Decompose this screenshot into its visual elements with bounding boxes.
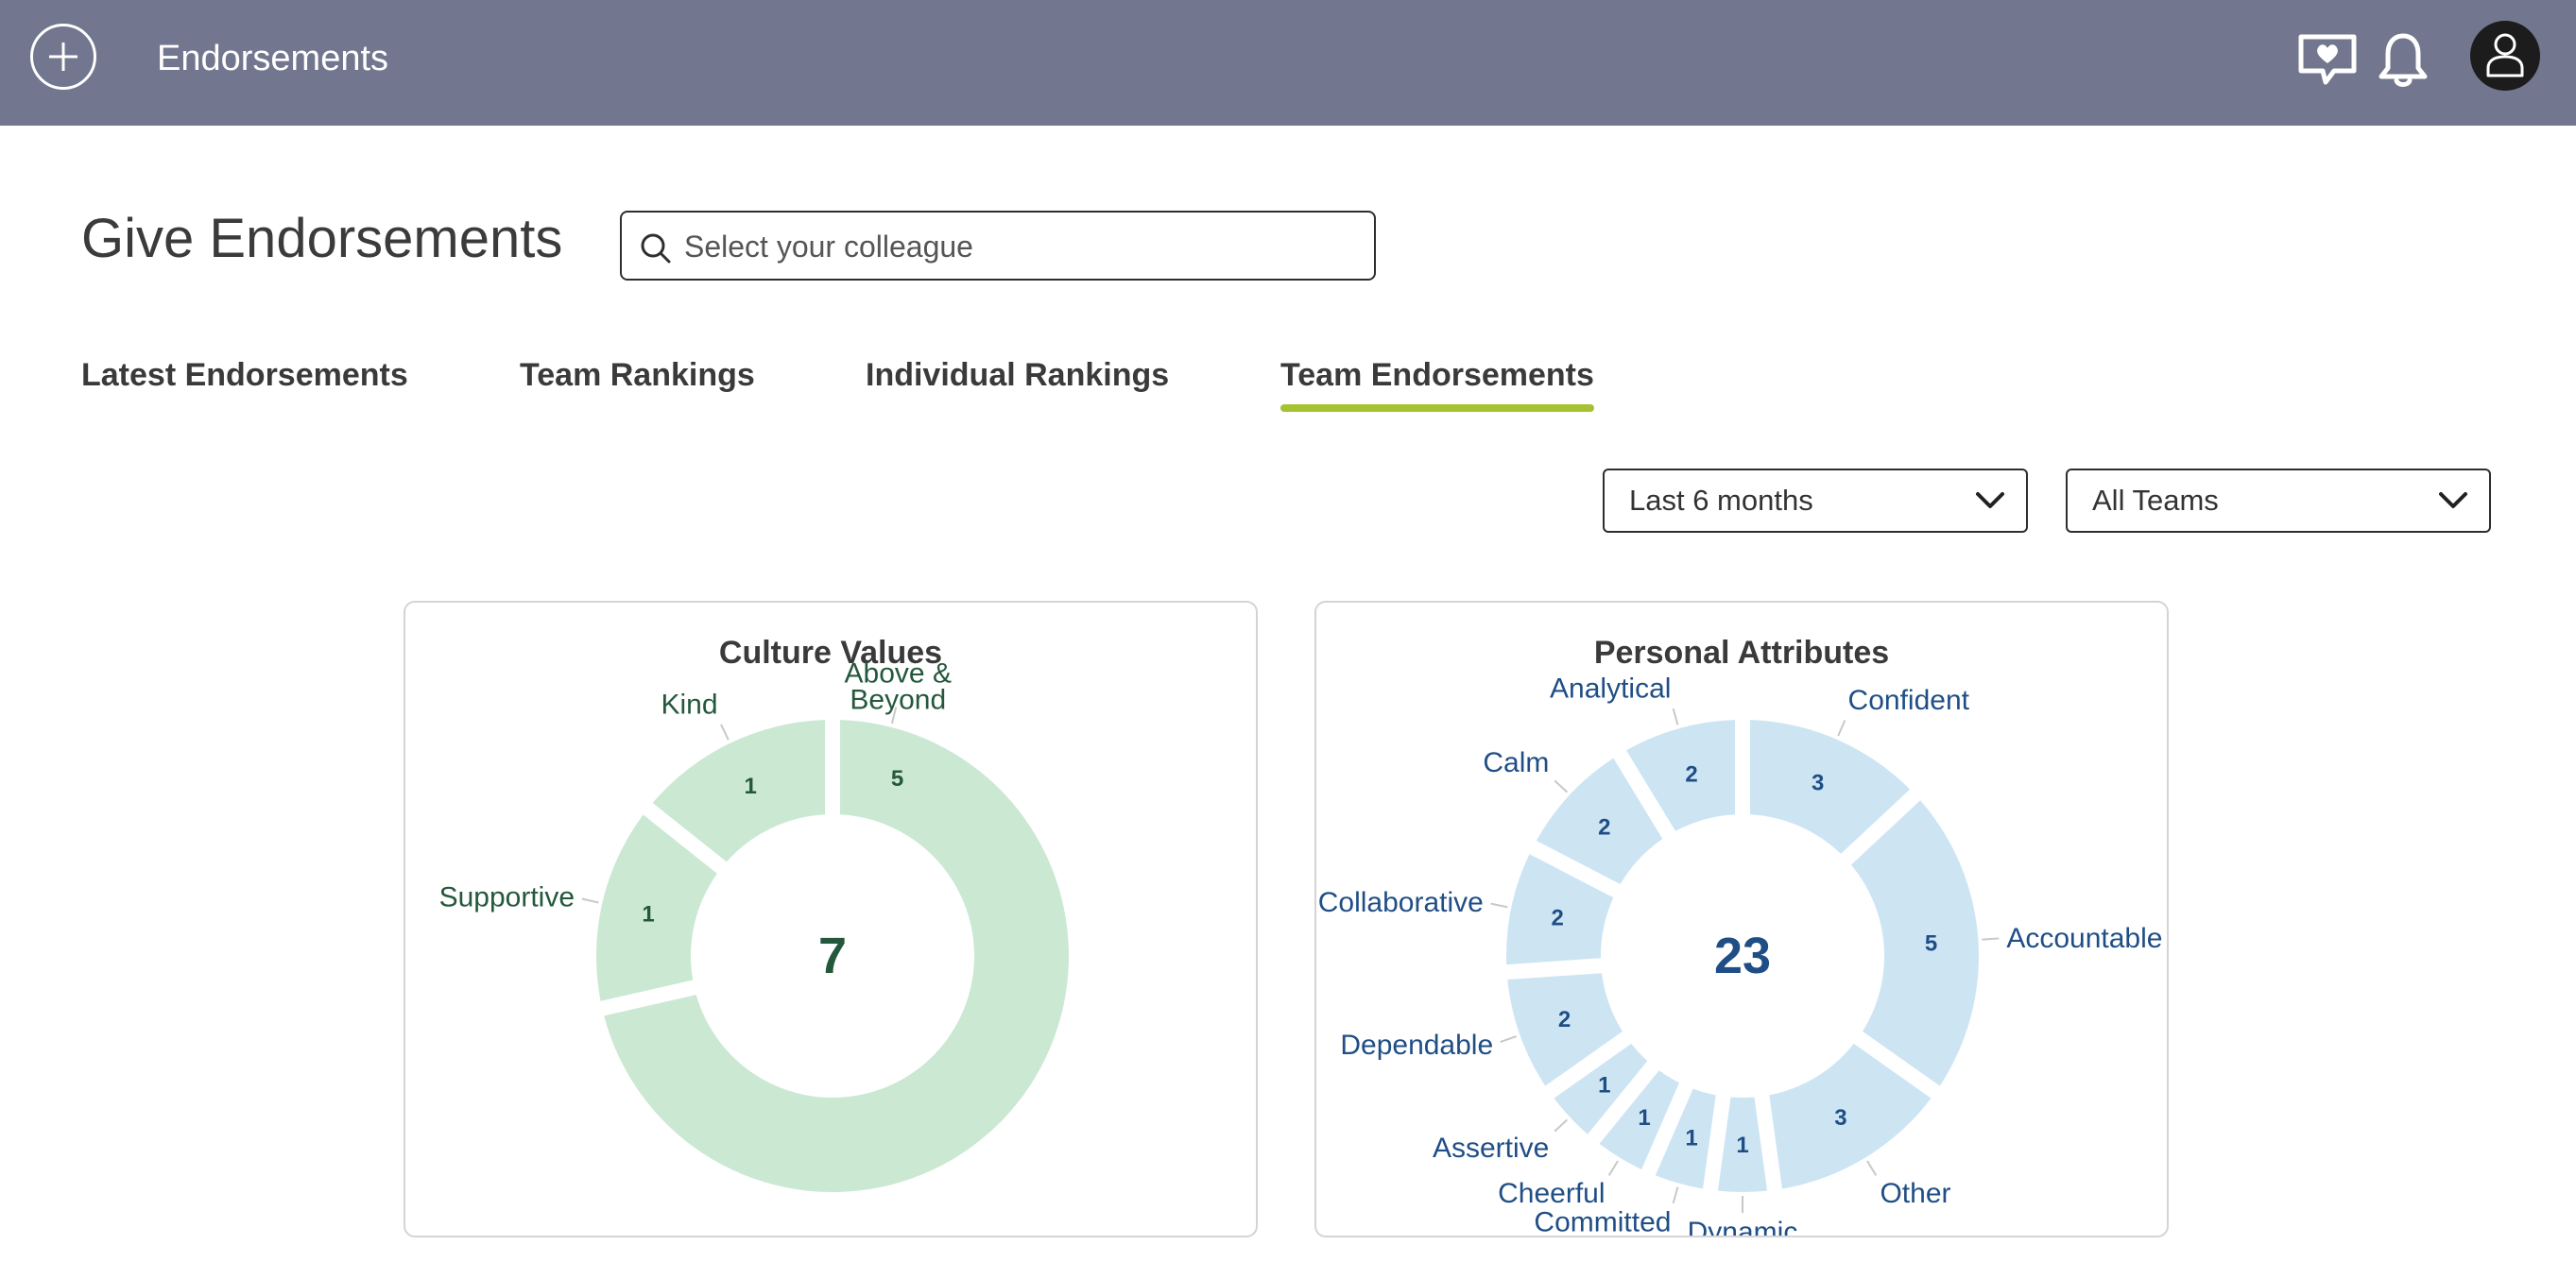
slice-value-confident: 3	[1812, 771, 1824, 796]
slice-label-kind: Kind	[661, 690, 717, 721]
bell-icon[interactable]	[2376, 30, 2430, 89]
slice-label-analytical: Analytical	[1550, 673, 1671, 704]
app-title: Endorsements	[157, 39, 389, 78]
leader-line-other	[1866, 1160, 1878, 1176]
chart-total: 23	[1714, 928, 1771, 984]
leader-line-kind	[720, 724, 730, 741]
leader-line-assertive	[1554, 1118, 1569, 1133]
leader-line-collaborative	[1490, 902, 1508, 909]
slice-value-accountable: 5	[1925, 930, 1937, 956]
search-icon	[641, 233, 671, 264]
slice-label-collaborative: Collaborative	[1318, 887, 1484, 918]
slice-label-accountable: Accountable	[2006, 923, 2162, 954]
leader-line-confident	[1837, 720, 1846, 737]
period-select-value: Last 6 months	[1629, 484, 1813, 517]
slice-value-above-beyond: 5	[891, 766, 903, 792]
slice-value-assertive: 1	[1598, 1073, 1610, 1099]
personal-attributes-card: Personal Attributes 3 Confident 5 Accountab…	[1314, 601, 2169, 1237]
slice-value-dependable: 2	[1558, 1007, 1571, 1032]
page-title: Give Endorsements	[81, 208, 563, 269]
slice-label-supportive: Supportive	[439, 882, 575, 913]
colleague-search[interactable]	[620, 211, 1376, 281]
slice-label-assertive: Assertive	[1433, 1133, 1549, 1164]
team-select-value: All Teams	[2092, 484, 2219, 517]
leader-line-committed	[1672, 1186, 1679, 1204]
slice-label-cheerful: Cheerful	[1498, 1178, 1605, 1209]
slice-supportive[interactable]	[596, 814, 717, 1001]
culture-values-chart: 5 Above & Beyond 1 Supportive 1 Kind 7	[439, 658, 1069, 1192]
slice-label-confident: Confident	[1848, 685, 1970, 716]
period-select[interactable]: Last 6 months	[1603, 469, 2028, 533]
slice-value-collaborative: 2	[1552, 905, 1564, 930]
slice-kind[interactable]	[652, 720, 826, 862]
slice-value-cheerful: 1	[1638, 1105, 1650, 1131]
heart-message-icon[interactable]	[2296, 32, 2359, 87]
plus-circle-icon[interactable]	[30, 24, 96, 90]
slice-label-dependable: Dependable	[1340, 1030, 1493, 1061]
team-select[interactable]: All Teams	[2066, 469, 2491, 533]
slice-label-calm: Calm	[1483, 747, 1549, 778]
search-input[interactable]	[682, 222, 1348, 271]
slice-value-analytical: 2	[1685, 761, 1697, 787]
leader-line-dependable	[1500, 1035, 1518, 1044]
slice-value-calm: 2	[1598, 814, 1610, 840]
slice-label-other: Other	[1880, 1178, 1950, 1209]
slice-label-committed: Committed	[1534, 1207, 1671, 1236]
chevron-down-icon	[1976, 492, 2004, 508]
user-icon	[2486, 33, 2524, 77]
slice-value-kind: 1	[745, 774, 757, 799]
top-bar: Endorsements	[0, 0, 2576, 126]
tab-team-rankings[interactable]: Team Rankings	[520, 355, 755, 395]
personal-attributes-chart: 3 Confident 5 Accountable 3 Other 1 Dynamic 1 Com…	[1318, 673, 2163, 1236]
slice-other[interactable]	[1769, 1043, 1932, 1189]
slice-accountable[interactable]	[1850, 800, 1979, 1086]
leader-line-supportive	[581, 897, 599, 904]
user-avatar[interactable]	[2470, 21, 2540, 91]
leader-line-calm	[1554, 779, 1569, 793]
tab-latest-endorsements[interactable]: Latest Endorsements	[81, 355, 408, 395]
culture-values-card: Culture Values 5 Above & Beyond 1 Supportive…	[404, 601, 1258, 1237]
leader-line-accountable	[1982, 937, 2000, 941]
chart-total: 7	[818, 928, 847, 984]
leader-line-cheerful	[1607, 1160, 1619, 1176]
slice-value-committed: 1	[1685, 1126, 1697, 1151]
tab-individual-rankings[interactable]: Individual Rankings	[866, 355, 1169, 395]
tab-team-endorsements[interactable]: Team Endorsements	[1280, 355, 1594, 412]
slice-label-above-beyond: Above & Beyond	[845, 658, 952, 716]
chevron-down-icon	[2439, 492, 2467, 508]
leader-line-analytical	[1672, 708, 1679, 725]
slice-value-supportive: 1	[642, 901, 654, 927]
slice-value-dynamic: 1	[1736, 1133, 1748, 1158]
slice-label-dynamic: Dynamic	[1688, 1217, 1798, 1236]
slice-value-other: 3	[1834, 1105, 1846, 1131]
